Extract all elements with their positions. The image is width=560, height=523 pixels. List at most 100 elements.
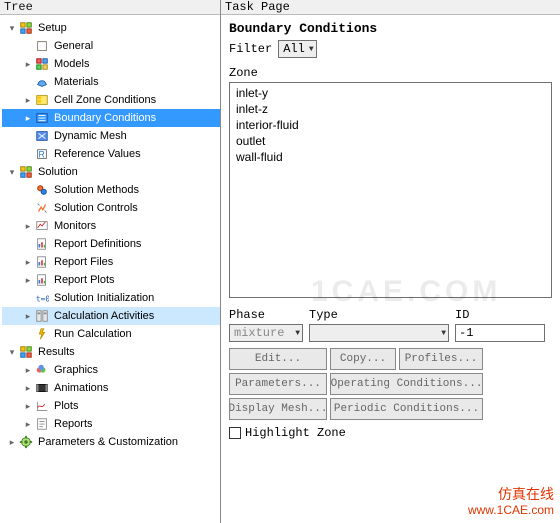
solution-icon bbox=[18, 164, 34, 180]
phase-label: Phase bbox=[229, 308, 303, 322]
highlight-zone-label: Highlight Zone bbox=[245, 426, 346, 440]
solinit-icon: t=0 bbox=[34, 290, 50, 306]
zone-item[interactable]: wall-fluid bbox=[234, 149, 547, 165]
tree-item-label: Reference Values bbox=[54, 148, 218, 160]
id-input[interactable] bbox=[455, 324, 545, 342]
expand-icon[interactable]: ▸ bbox=[22, 365, 34, 376]
tree-item-results[interactable]: ▾ Results bbox=[2, 343, 220, 361]
tree-item-report-plots[interactable]: ▸ Report Plots bbox=[2, 271, 220, 289]
expand-icon[interactable]: ▸ bbox=[22, 401, 34, 412]
svg-text:t=0: t=0 bbox=[36, 295, 49, 304]
tree-item-label: Report Plots bbox=[54, 274, 218, 286]
params-icon bbox=[18, 434, 34, 450]
profiles-button[interactable]: Profiles... bbox=[399, 348, 483, 370]
expand-icon[interactable]: ▸ bbox=[22, 257, 34, 268]
parameters-button[interactable]: Parameters... bbox=[229, 373, 327, 395]
tree-item-label: Solution bbox=[38, 166, 218, 178]
calcs-icon bbox=[34, 308, 50, 324]
tree-item-label: Reports bbox=[54, 418, 218, 430]
tree-item-parameters-customization[interactable]: ▸ Parameters & Customization bbox=[2, 433, 220, 451]
tree-item-calculation-activities[interactable]: ▸Calculation Activities bbox=[2, 307, 220, 325]
tree-item-label: Parameters & Customization bbox=[38, 436, 218, 448]
periodic-conditions-button[interactable]: Periodic Conditions... bbox=[330, 398, 483, 420]
tree-item-graphics[interactable]: ▸ Graphics bbox=[2, 361, 220, 379]
section-title: Boundary Conditions bbox=[229, 21, 552, 36]
tree-item-animations[interactable]: ▸Animations bbox=[2, 379, 220, 397]
tree-item-materials[interactable]: Materials bbox=[2, 73, 220, 91]
models-icon bbox=[34, 56, 50, 72]
collapse-icon[interactable]: ▾ bbox=[6, 347, 18, 358]
operating-conditions-button[interactable]: Operating Conditions... bbox=[330, 373, 483, 395]
tree-item-run-calculation[interactable]: Run Calculation bbox=[2, 325, 220, 343]
id-label: ID bbox=[455, 308, 552, 322]
expand-icon[interactable]: ▸ bbox=[22, 419, 34, 430]
tree-item-label: Plots bbox=[54, 400, 218, 412]
repfiles-icon bbox=[34, 254, 50, 270]
general-icon bbox=[34, 38, 50, 54]
tree-item-dynamic-mesh[interactable]: Dynamic Mesh bbox=[2, 127, 220, 145]
zone-listbox[interactable]: inlet-yinlet-zinterior-fluidoutletwall-f… bbox=[229, 82, 552, 298]
filter-dropdown[interactable]: All ▼ bbox=[278, 40, 316, 58]
chevron-down-icon: ▼ bbox=[309, 45, 314, 54]
expand-icon[interactable]: ▸ bbox=[22, 95, 34, 106]
boundary-icon bbox=[34, 110, 50, 126]
zone-item[interactable]: inlet-y bbox=[234, 85, 547, 101]
tree-item-monitors[interactable]: ▸Monitors bbox=[2, 217, 220, 235]
tree-item-reports[interactable]: ▸ Reports bbox=[2, 415, 220, 433]
highlight-zone-checkbox[interactable] bbox=[229, 427, 241, 439]
zone-item[interactable]: inlet-z bbox=[234, 101, 547, 117]
collapse-icon[interactable]: ▾ bbox=[6, 23, 18, 34]
solmeth-icon bbox=[34, 182, 50, 198]
graphics-icon bbox=[34, 362, 50, 378]
expand-icon[interactable]: ▸ bbox=[22, 383, 34, 394]
tree-item-solution-methods[interactable]: Solution Methods bbox=[2, 181, 220, 199]
zone-label: Zone bbox=[229, 66, 552, 80]
tree-item-label: Results bbox=[38, 346, 218, 358]
tree-item-boundary-conditions[interactable]: ▸Boundary Conditions bbox=[2, 109, 220, 127]
tree-item-solution-initialization[interactable]: t=0 Solution Initialization bbox=[2, 289, 220, 307]
reports-icon bbox=[34, 416, 50, 432]
tree-item-solution[interactable]: ▾ Solution bbox=[2, 163, 220, 181]
collapse-icon[interactable]: ▾ bbox=[6, 167, 18, 178]
tree-item-label: Cell Zone Conditions bbox=[54, 94, 218, 106]
repplots-icon bbox=[34, 272, 50, 288]
phase-dropdown[interactable]: mixture ▼ bbox=[229, 324, 303, 342]
expand-icon[interactable]: ▸ bbox=[22, 113, 34, 124]
filter-label: Filter bbox=[229, 42, 272, 56]
tree-item-label: Run Calculation bbox=[54, 328, 218, 340]
display-mesh-button[interactable]: Display Mesh... bbox=[229, 398, 327, 420]
zone-item[interactable]: outlet bbox=[234, 133, 547, 149]
phase-value: mixture bbox=[234, 326, 284, 340]
copy-button[interactable]: Copy... bbox=[330, 348, 396, 370]
expand-icon[interactable]: ▸ bbox=[22, 275, 34, 286]
task-panel: Task Page Boundary Conditions Filter All… bbox=[221, 0, 560, 523]
tree-item-solution-controls[interactable]: Solution Controls bbox=[2, 199, 220, 217]
tree-item-plots[interactable]: ▸ Plots bbox=[2, 397, 220, 415]
tree-item-general[interactable]: General bbox=[2, 37, 220, 55]
tree-item-report-files[interactable]: ▸Report Files bbox=[2, 253, 220, 271]
edit-button[interactable]: Edit... bbox=[229, 348, 327, 370]
tree-item-reference-values[interactable]: RReference Values bbox=[2, 145, 220, 163]
zone-item[interactable]: interior-fluid bbox=[234, 117, 547, 133]
type-dropdown[interactable]: ▼ bbox=[309, 324, 449, 342]
expand-icon[interactable]: ▸ bbox=[22, 59, 34, 70]
tree-item-report-definitions[interactable]: Report Definitions bbox=[2, 235, 220, 253]
tree-title: Tree bbox=[0, 0, 220, 15]
tree-item-label: Solution Initialization bbox=[54, 292, 218, 304]
filter-value: All bbox=[283, 42, 305, 56]
chevron-down-icon: ▼ bbox=[441, 329, 446, 338]
solctrl-icon bbox=[34, 200, 50, 216]
monitors-icon bbox=[34, 218, 50, 234]
tree-item-label: Dynamic Mesh bbox=[54, 130, 218, 142]
tree-item-models[interactable]: ▸Models bbox=[2, 55, 220, 73]
tree-item-label: Graphics bbox=[54, 364, 218, 376]
tree[interactable]: ▾SetupGeneral▸ModelsMaterials ▸ Cell Zone … bbox=[0, 15, 220, 523]
tree-item-cell-zone-conditions[interactable]: ▸ Cell Zone Conditions bbox=[2, 91, 220, 109]
tree-item-label: Report Definitions bbox=[54, 238, 218, 250]
expand-icon[interactable]: ▸ bbox=[6, 437, 18, 448]
tree-item-setup[interactable]: ▾Setup bbox=[2, 19, 220, 37]
expand-icon[interactable]: ▸ bbox=[22, 311, 34, 322]
anim-icon bbox=[34, 380, 50, 396]
expand-icon[interactable]: ▸ bbox=[22, 221, 34, 232]
cellzone-icon bbox=[34, 92, 50, 108]
